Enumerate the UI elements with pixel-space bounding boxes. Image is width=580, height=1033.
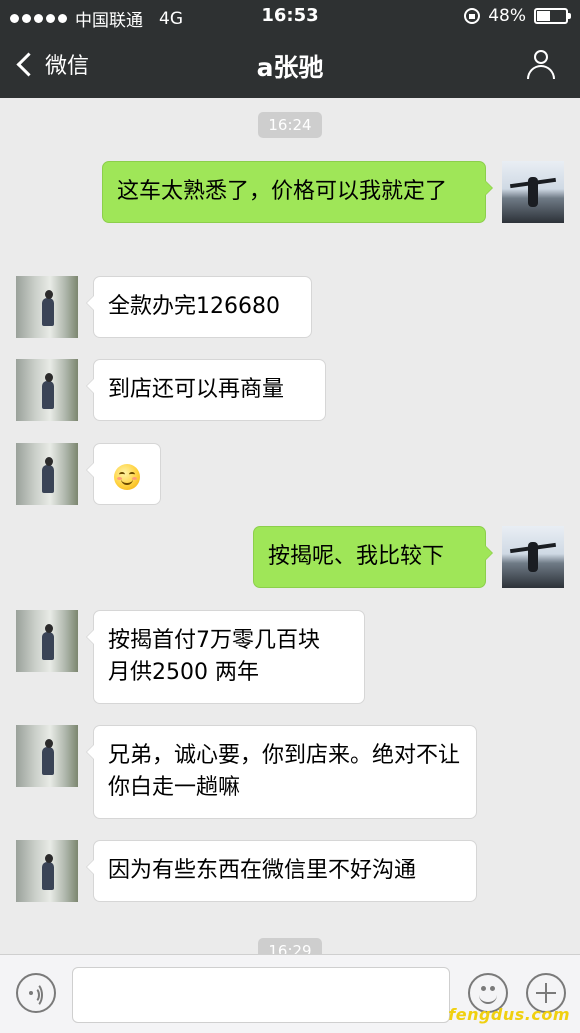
message-bubble-outgoing[interactable]: 按揭呢、我比较下	[253, 526, 493, 588]
chat-title: a张驰	[256, 53, 324, 82]
message-bubble-incoming[interactable]: 按揭首付7万零几百块 月供2500 两年	[86, 610, 365, 704]
smile-emoji-icon	[114, 464, 140, 490]
message-input[interactable]	[72, 967, 450, 1023]
watermark: fengdus.com	[448, 1005, 570, 1024]
contact-info-button[interactable]	[526, 50, 556, 80]
contact-avatar[interactable]	[16, 443, 78, 505]
message-bubble-incoming[interactable]: 到店还可以再商量	[86, 359, 326, 421]
my-avatar[interactable]	[502, 161, 564, 223]
contact-avatar[interactable]	[16, 359, 78, 421]
timestamp: 16:24	[258, 112, 322, 138]
message-bubble-incoming[interactable]	[86, 443, 161, 505]
contact-avatar[interactable]	[16, 276, 78, 338]
contact-avatar[interactable]	[16, 840, 78, 902]
status-bar: 中国联通 4G 16:53 48%	[0, 0, 580, 32]
battery-icon	[534, 8, 571, 24]
message-bubble-outgoing[interactable]: 这车太熟悉了，价格可以我就定了	[102, 161, 493, 223]
battery-percent: 48%	[488, 6, 526, 26]
my-avatar[interactable]	[502, 526, 564, 588]
message-bubble-incoming[interactable]: 全款办完126680	[86, 276, 312, 338]
message-bubble-incoming[interactable]: 兄弟，诚心要，你到店来。绝对不让你白走一趟嘛	[86, 725, 477, 819]
voice-input-button[interactable]	[16, 973, 56, 1013]
message-bubble-incoming[interactable]: 因为有些东西在微信里不好沟通	[86, 840, 477, 902]
rotation-lock-icon	[464, 8, 481, 24]
person-icon	[534, 50, 548, 64]
contact-avatar[interactable]	[16, 725, 78, 787]
smiley-icon	[481, 986, 486, 991]
status-right: 48%	[464, 6, 571, 26]
contact-avatar[interactable]	[16, 610, 78, 672]
nav-bar: 微信 a张驰	[0, 32, 580, 98]
